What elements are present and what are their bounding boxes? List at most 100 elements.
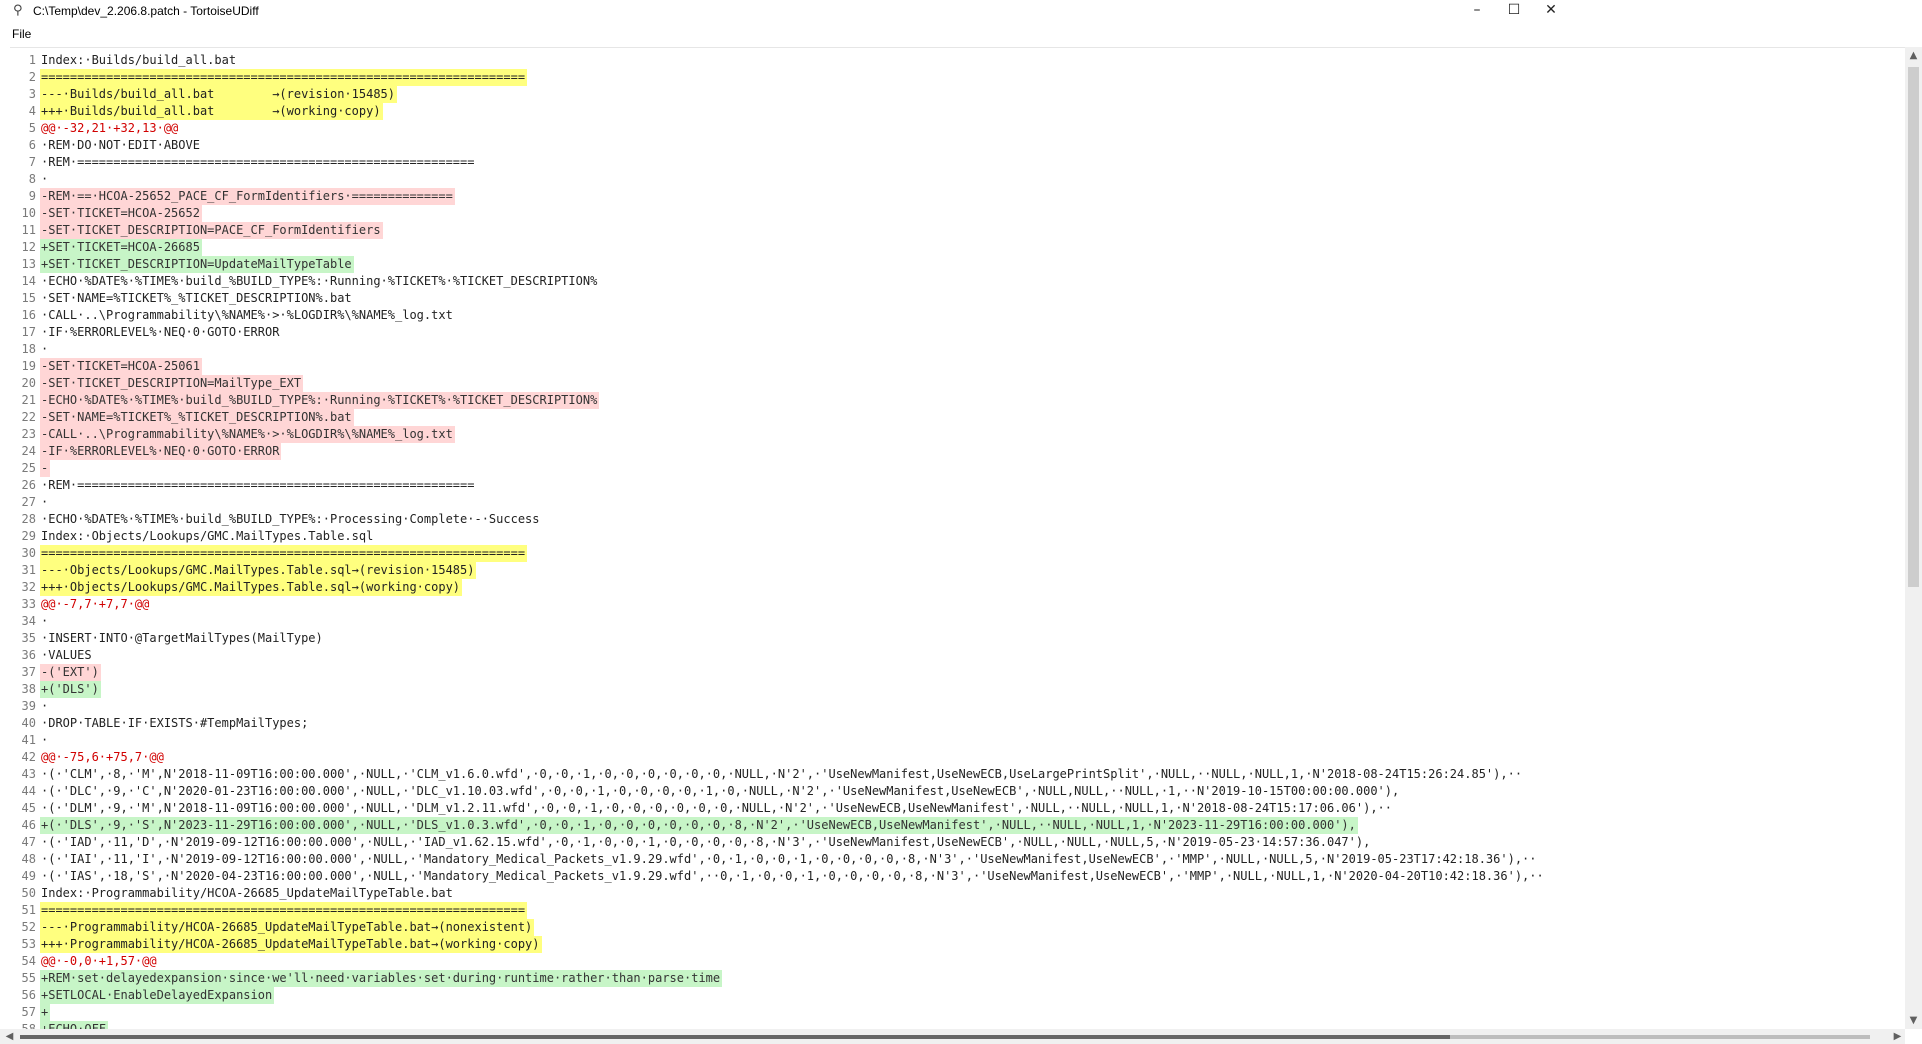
diff-line[interactable]: 11 -SET·TICKET_DESCRIPTION=PACE_CF_FormId… <box>10 222 383 239</box>
diff-line[interactable]: 42 @@·-75,6·+75,7·@@ <box>10 749 166 766</box>
line-text: -('EXT') <box>40 664 101 681</box>
scroll-up-icon[interactable]: ▲ <box>1905 47 1922 64</box>
line-number: 44 <box>21 784 36 798</box>
diff-line[interactable]: 34 · <box>10 613 50 630</box>
diff-line[interactable]: 39 · <box>10 698 50 715</box>
diff-line[interactable]: 10 -SET·TICKET=HCOA-25652 <box>10 205 202 222</box>
diff-line[interactable]: 27 · <box>10 494 50 511</box>
diff-line[interactable]: 23 -CALL·..\Programmability\%NAME%·>·%LOG… <box>10 426 455 443</box>
line-number: 1 <box>28 53 36 67</box>
diff-line[interactable]: 18 · <box>10 341 50 358</box>
diff-line[interactable]: 16 ·CALL·..\Programmability\%NAME%·>·%LOG… <box>10 307 455 324</box>
diff-line[interactable]: 36 ·VALUES <box>10 647 94 664</box>
diff-line[interactable]: 30 ======================================… <box>10 545 528 562</box>
line-number: 35 <box>21 631 36 645</box>
line-text: ·(·'IAI',·11,'I',·N'2019-09-12T16:00:00.… <box>41 852 1537 866</box>
diff-line[interactable]: 43 ·(·'CLM',·8,·'M',N'2018-11-09T16:00:00… <box>10 766 1524 783</box>
diff-line[interactable]: 37 -('EXT') <box>10 664 101 681</box>
diff-line[interactable]: 45 ·(·'DLM',·9,·'M',N'2018-11-09T16:00:00… <box>10 800 1394 817</box>
diff-line[interactable]: 17 ·IF·%ERRORLEVEL%·NEQ·0·GOTO·ERROR <box>10 324 281 341</box>
diff-line[interactable]: 1 Index:·Builds/build_all.bat <box>10 52 238 69</box>
line-number: 9 <box>28 189 36 203</box>
line-text: Index:·Programmability/HCOA-26685_Update… <box>41 886 453 900</box>
horizontal-scroll-track[interactable] <box>1450 1035 1870 1039</box>
diff-line[interactable]: 6 ·REM·DO·NOT·EDIT·ABOVE <box>10 137 202 154</box>
diff-line[interactable]: 22 -SET·NAME=%TICKET%_%TICKET_DESCRIPTION… <box>10 409 354 426</box>
diff-line[interactable]: 54 @@·-0,0·+1,57·@@ <box>10 953 159 970</box>
diff-line[interactable]: 20 -SET·TICKET_DESCRIPTION=MailType_EXT <box>10 375 304 392</box>
line-number: 14 <box>21 274 36 288</box>
line-number: 40 <box>21 716 36 730</box>
diff-line[interactable]: 32 +++·Objects/Lookups/GMC.MailTypes.Tabl… <box>10 579 463 596</box>
diff-line[interactable]: 29 Index:·Objects/Lookups/GMC.MailTypes.T… <box>10 528 375 545</box>
line-number: 26 <box>21 478 36 492</box>
diff-line[interactable]: 28 ·ECHO·%DATE%·%TIME%·build_%BUILD_TYPE%… <box>10 511 542 528</box>
diff-line[interactable]: 12 +SET·TICKET=HCOA-26685 <box>10 239 202 256</box>
diff-line[interactable]: 33 @@·-7,7·+7,7·@@ <box>10 596 151 613</box>
diff-line[interactable]: 15 ·SET·NAME=%TICKET%_%TICKET_DESCRIPTION… <box>10 290 354 307</box>
diff-line[interactable]: 4 +++·Builds/build_all.bat →(working·copy… <box>10 103 383 120</box>
close-button[interactable]: ✕ <box>1529 0 1573 22</box>
diff-line[interactable]: 7 ·REM·==================================… <box>10 154 476 171</box>
line-text: + <box>40 1004 51 1021</box>
line-text: ·VALUES <box>41 648 92 662</box>
line-text: - <box>40 460 51 477</box>
diff-editor[interactable]: 1 Index:·Builds/build_all.bat 2 ===========… <box>10 47 1910 1030</box>
scroll-down-icon[interactable]: ▼ <box>1905 1012 1922 1029</box>
diff-line[interactable]: 9 -REM·==·HCOA-25652_PACE_CF_FormIdentifi… <box>10 188 455 205</box>
line-number: 11 <box>21 223 36 237</box>
diff-line[interactable]: 44 ·(·'DLC',·9,·'C',N'2020-01-23T16:00:00… <box>10 783 1401 800</box>
diff-line[interactable]: 3 ---·Builds/build_all.bat →(revision·154… <box>10 86 398 103</box>
line-text: ·IF·%ERRORLEVEL%·NEQ·0·GOTO·ERROR <box>41 325 280 339</box>
diff-line[interactable]: 40 ·DROP·TABLE·IF·EXISTS·#TempMailTypes; <box>10 715 310 732</box>
diff-line[interactable]: 41 · <box>10 732 50 749</box>
line-text: ========================================… <box>40 545 528 562</box>
line-text: ·ECHO·%DATE%·%TIME%·build_%BUILD_TYPE%:·… <box>41 274 598 288</box>
line-text: +++·Objects/Lookups/GMC.MailTypes.Table.… <box>40 579 463 596</box>
diff-line[interactable]: 56 +SETLOCAL·EnableDelayedExpansion <box>10 987 275 1004</box>
menu-file[interactable]: File <box>12 27 31 41</box>
diff-line[interactable]: 5 @@·-32,21·+32,13·@@ <box>10 120 180 137</box>
line-number: 55 <box>21 971 36 985</box>
diff-line[interactable]: 8 · <box>10 171 50 188</box>
diff-line[interactable]: 47 ·(·'IAD',·11,'D',·N'2019-09-12T16:00:0… <box>10 834 1372 851</box>
diff-line[interactable]: 25- <box>10 460 51 477</box>
line-number: 8 <box>28 172 36 186</box>
line-number: 27 <box>21 495 36 509</box>
line-text: +(·'DLS',·9,·'S',N'2023-11-29T16:00:00.0… <box>40 817 1358 834</box>
line-number: 3 <box>28 87 36 101</box>
diff-line[interactable]: 38 +('DLS') <box>10 681 101 698</box>
horizontal-scroll-thumb[interactable] <box>20 1035 1450 1039</box>
diff-line[interactable]: 35 ·INSERT·INTO·@TargetMailTypes(MailType… <box>10 630 325 647</box>
line-number: 28 <box>21 512 36 526</box>
line-number: 32 <box>21 580 36 594</box>
diff-line[interactable]: 14 ·ECHO·%DATE%·%TIME%·build_%BUILD_TYPE%… <box>10 273 599 290</box>
diff-line[interactable]: 50 Index:·Programmability/HCOA-26685_Upda… <box>10 885 455 902</box>
diff-line[interactable]: 51 ======================================… <box>10 902 528 919</box>
diff-line[interactable]: 21 -ECHO·%DATE%·%TIME%·build_%BUILD_TYPE%… <box>10 392 600 409</box>
diff-line[interactable]: 53 +++·Programmability/HCOA-26685_UpdateM… <box>10 936 542 953</box>
line-number: 15 <box>21 291 36 305</box>
diff-line[interactable]: 13 +SET·TICKET_DESCRIPTION=UpdateMailType… <box>10 256 354 273</box>
line-number: 50 <box>21 886 36 900</box>
diff-line[interactable]: 57 + <box>10 1004 51 1021</box>
scroll-right-icon[interactable]: ▶ <box>1890 1029 1905 1044</box>
line-text: · <box>41 699 49 713</box>
diff-line[interactable]: 2 =======================================… <box>10 69 528 86</box>
diff-line[interactable]: 48 ·(·'IAI',·11,'I',·N'2019-09-12T16:00:0… <box>10 851 1539 868</box>
diff-line[interactable]: 31 ---·Objects/Lookups/GMC.MailTypes.Tabl… <box>10 562 477 579</box>
vertical-scroll-thumb[interactable] <box>1908 67 1919 587</box>
scroll-left-icon[interactable]: ◀ <box>2 1029 17 1044</box>
diff-line[interactable]: 55 +REM·set·delayedexpansion·since·we'll·… <box>10 970 723 987</box>
diff-line[interactable]: 26 ·REM·=================================… <box>10 477 476 494</box>
line-text: ========================================… <box>40 902 528 919</box>
diff-line[interactable]: 46 +(·'DLS',·9,·'S',N'2023-11-29T16:00:00… <box>10 817 1358 834</box>
diff-line[interactable]: 49 ·(·'IAS',·18,'S',·N'2020-04-23T16:00:0… <box>10 868 1546 885</box>
diff-line[interactable]: 19 -SET·TICKET=HCOA-25061 <box>10 358 202 375</box>
vertical-scrollbar[interactable]: ▲ ▼ <box>1905 47 1922 1029</box>
diff-line[interactable]: 52 ---·Programmability/HCOA-26685_UpdateM… <box>10 919 535 936</box>
line-number: 57 <box>21 1005 36 1019</box>
horizontal-scrollbar[interactable]: ◀ ▶ <box>0 1029 1905 1044</box>
diff-line[interactable]: 24 -IF·%ERRORLEVEL%·NEQ·0·GOTO·ERROR <box>10 443 282 460</box>
line-text: -IF·%ERRORLEVEL%·NEQ·0·GOTO·ERROR <box>40 443 282 460</box>
